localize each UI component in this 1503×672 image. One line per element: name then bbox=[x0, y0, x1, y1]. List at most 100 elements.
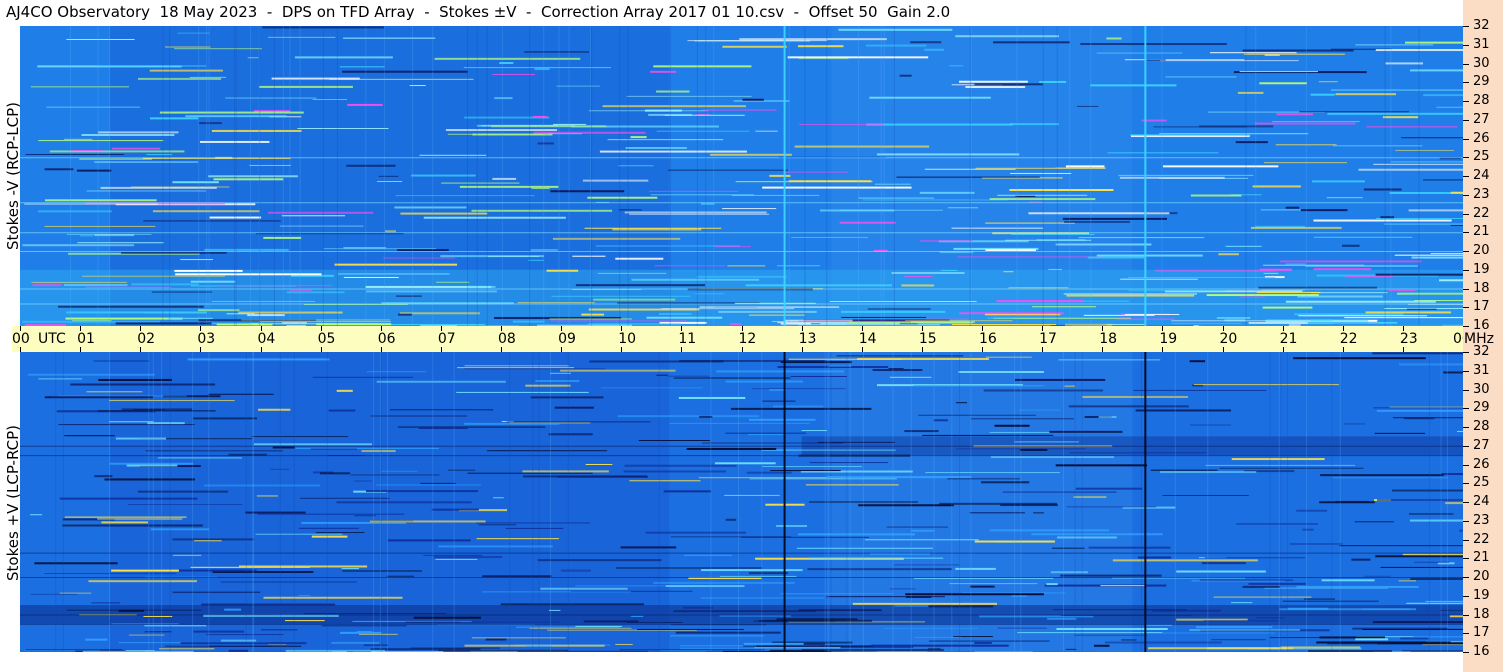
heatmap-interference-streak bbox=[551, 295, 691, 297]
heatmap-interference-streak bbox=[488, 255, 540, 257]
heatmap-interference-streak bbox=[626, 95, 752, 97]
heatmap-vertical-streak bbox=[1305, 26, 1307, 326]
heatmap-interference-streak bbox=[341, 568, 360, 570]
heatmap-interference-streak bbox=[1077, 105, 1099, 107]
heatmap-vertical-streak bbox=[1440, 352, 1442, 652]
heatmap-interference-streak bbox=[1391, 161, 1463, 163]
heatmap-vertical-streak bbox=[162, 26, 164, 326]
heatmap-interference-streak bbox=[64, 435, 115, 437]
heatmap-interference-streak bbox=[1313, 268, 1372, 271]
heatmap-interference-streak bbox=[1296, 509, 1328, 512]
heatmap-interference-streak bbox=[1263, 272, 1279, 274]
heatmap-vertical-streak bbox=[893, 26, 895, 326]
heatmap-interference-streak bbox=[97, 410, 216, 412]
heatmap-interference-streak bbox=[298, 594, 311, 596]
heatmap-interference-streak bbox=[247, 57, 259, 59]
heatmap-interference-streak bbox=[413, 616, 481, 619]
heatmap-vertical-streak bbox=[387, 352, 389, 652]
heatmap-interference-streak bbox=[1372, 621, 1463, 624]
heatmap-interference-streak bbox=[400, 212, 488, 215]
heatmap-interference-streak bbox=[699, 415, 713, 418]
heatmap-interference-streak bbox=[996, 300, 1084, 303]
heatmap-interference-streak bbox=[788, 358, 902, 360]
heatmap-interference-streak bbox=[271, 77, 360, 80]
heatmap-interference-streak bbox=[987, 317, 1014, 319]
heatmap-interference-streak bbox=[1112, 559, 1258, 562]
heatmap-interference-streak bbox=[472, 133, 553, 136]
heatmap-interference-streak bbox=[342, 70, 468, 73]
heatmap-interference-streak bbox=[79, 158, 152, 160]
heatmap-vertical-streak bbox=[558, 26, 560, 326]
heatmap-interference-streak bbox=[487, 450, 608, 452]
heatmap-interference-streak bbox=[989, 198, 1096, 201]
heatmap-interference-streak bbox=[743, 645, 872, 647]
heatmap-interference-streak bbox=[378, 175, 399, 177]
heatmap-interference-streak bbox=[342, 570, 422, 572]
heatmap-interference-streak bbox=[65, 317, 183, 320]
freq-tick-label: 27 bbox=[1473, 111, 1490, 127]
heatmap-interference-streak bbox=[1394, 254, 1463, 256]
heatmap-interference-streak bbox=[1216, 316, 1251, 319]
heatmap-interference-streak bbox=[653, 581, 795, 584]
heatmap-interference-streak bbox=[389, 409, 494, 411]
heatmap-interference-streak bbox=[1159, 133, 1309, 135]
freq-tick-label: 31 bbox=[1473, 36, 1490, 52]
heatmap-interference-streak bbox=[1395, 149, 1454, 151]
heatmap-interference-streak bbox=[385, 230, 396, 233]
heatmap-interference-streak bbox=[1376, 409, 1463, 412]
spectrogram-bottom bbox=[20, 352, 1463, 652]
heatmap-interference-streak bbox=[289, 289, 312, 291]
heatmap-interference-streak bbox=[602, 105, 746, 108]
heatmap-interference-streak bbox=[104, 478, 196, 481]
heatmap-vertical-streak bbox=[1081, 352, 1083, 652]
heatmap-interference-streak bbox=[376, 380, 506, 383]
heatmap-interference-streak bbox=[88, 580, 197, 583]
heatmap-interference-streak bbox=[1276, 113, 1314, 116]
heatmap-interference-streak bbox=[1410, 577, 1463, 580]
freq-tick bbox=[1463, 352, 1469, 353]
heatmap-interference-streak bbox=[281, 215, 346, 217]
heatmap-interference-streak bbox=[38, 140, 164, 142]
freq-tick bbox=[1463, 389, 1469, 391]
freq-tick-label: 27 bbox=[1473, 437, 1490, 453]
heatmap-interference-streak bbox=[347, 651, 372, 652]
heatmap-vertical-streak bbox=[627, 26, 629, 326]
heatmap-interference-streak bbox=[1121, 639, 1137, 641]
freq-tick bbox=[1463, 176, 1469, 177]
heatmap-interference-streak bbox=[108, 400, 235, 402]
heatmap-interference-streak bbox=[1313, 236, 1413, 238]
heatmap-interference-streak bbox=[395, 195, 535, 197]
heatmap-interference-streak bbox=[1342, 244, 1360, 247]
freq-tick bbox=[1463, 483, 1469, 485]
heatmap-interference-streak bbox=[1343, 423, 1366, 425]
heatmap-interference-streak bbox=[1330, 89, 1463, 91]
heatmap-interference-streak bbox=[66, 38, 135, 40]
heatmap-interference-streak bbox=[1237, 91, 1264, 94]
heatmap-interference-streak bbox=[86, 190, 207, 192]
heatmap-vertical-streak bbox=[299, 26, 301, 326]
heatmap-vertical-streak bbox=[148, 352, 150, 652]
heatmap-interference-streak bbox=[1410, 69, 1463, 72]
heatmap-interference-streak bbox=[522, 470, 609, 473]
heatmap-interference-streak bbox=[581, 313, 605, 316]
heatmap-interference-streak bbox=[1285, 263, 1306, 265]
freq-tick-label: 29 bbox=[1473, 400, 1490, 416]
heatmap-interference-streak bbox=[1436, 106, 1463, 108]
heatmap-vertical-streak bbox=[245, 352, 247, 652]
heatmap-interference-streak bbox=[249, 164, 292, 166]
heatmap-interference-streak bbox=[722, 45, 787, 48]
heatmap-interference-streak bbox=[1355, 44, 1434, 46]
heatmap-interference-streak bbox=[997, 627, 1047, 629]
heatmap-vertical-streak bbox=[161, 352, 163, 652]
heatmap-interference-streak bbox=[1377, 498, 1463, 501]
freq-tick-label: 31 bbox=[1473, 362, 1490, 378]
heatmap-interference-streak bbox=[456, 391, 589, 393]
heatmap-interference-streak bbox=[914, 636, 962, 638]
heatmap-interference-streak bbox=[463, 67, 612, 69]
heatmap-interference-streak bbox=[1130, 134, 1251, 137]
heatmap-interference-streak bbox=[1400, 637, 1429, 640]
heatmap-interference-streak bbox=[836, 355, 964, 357]
heatmap-interference-streak bbox=[375, 484, 481, 486]
heatmap-vertical-streak bbox=[568, 26, 570, 326]
heatmap-vertical-streak bbox=[289, 26, 291, 326]
